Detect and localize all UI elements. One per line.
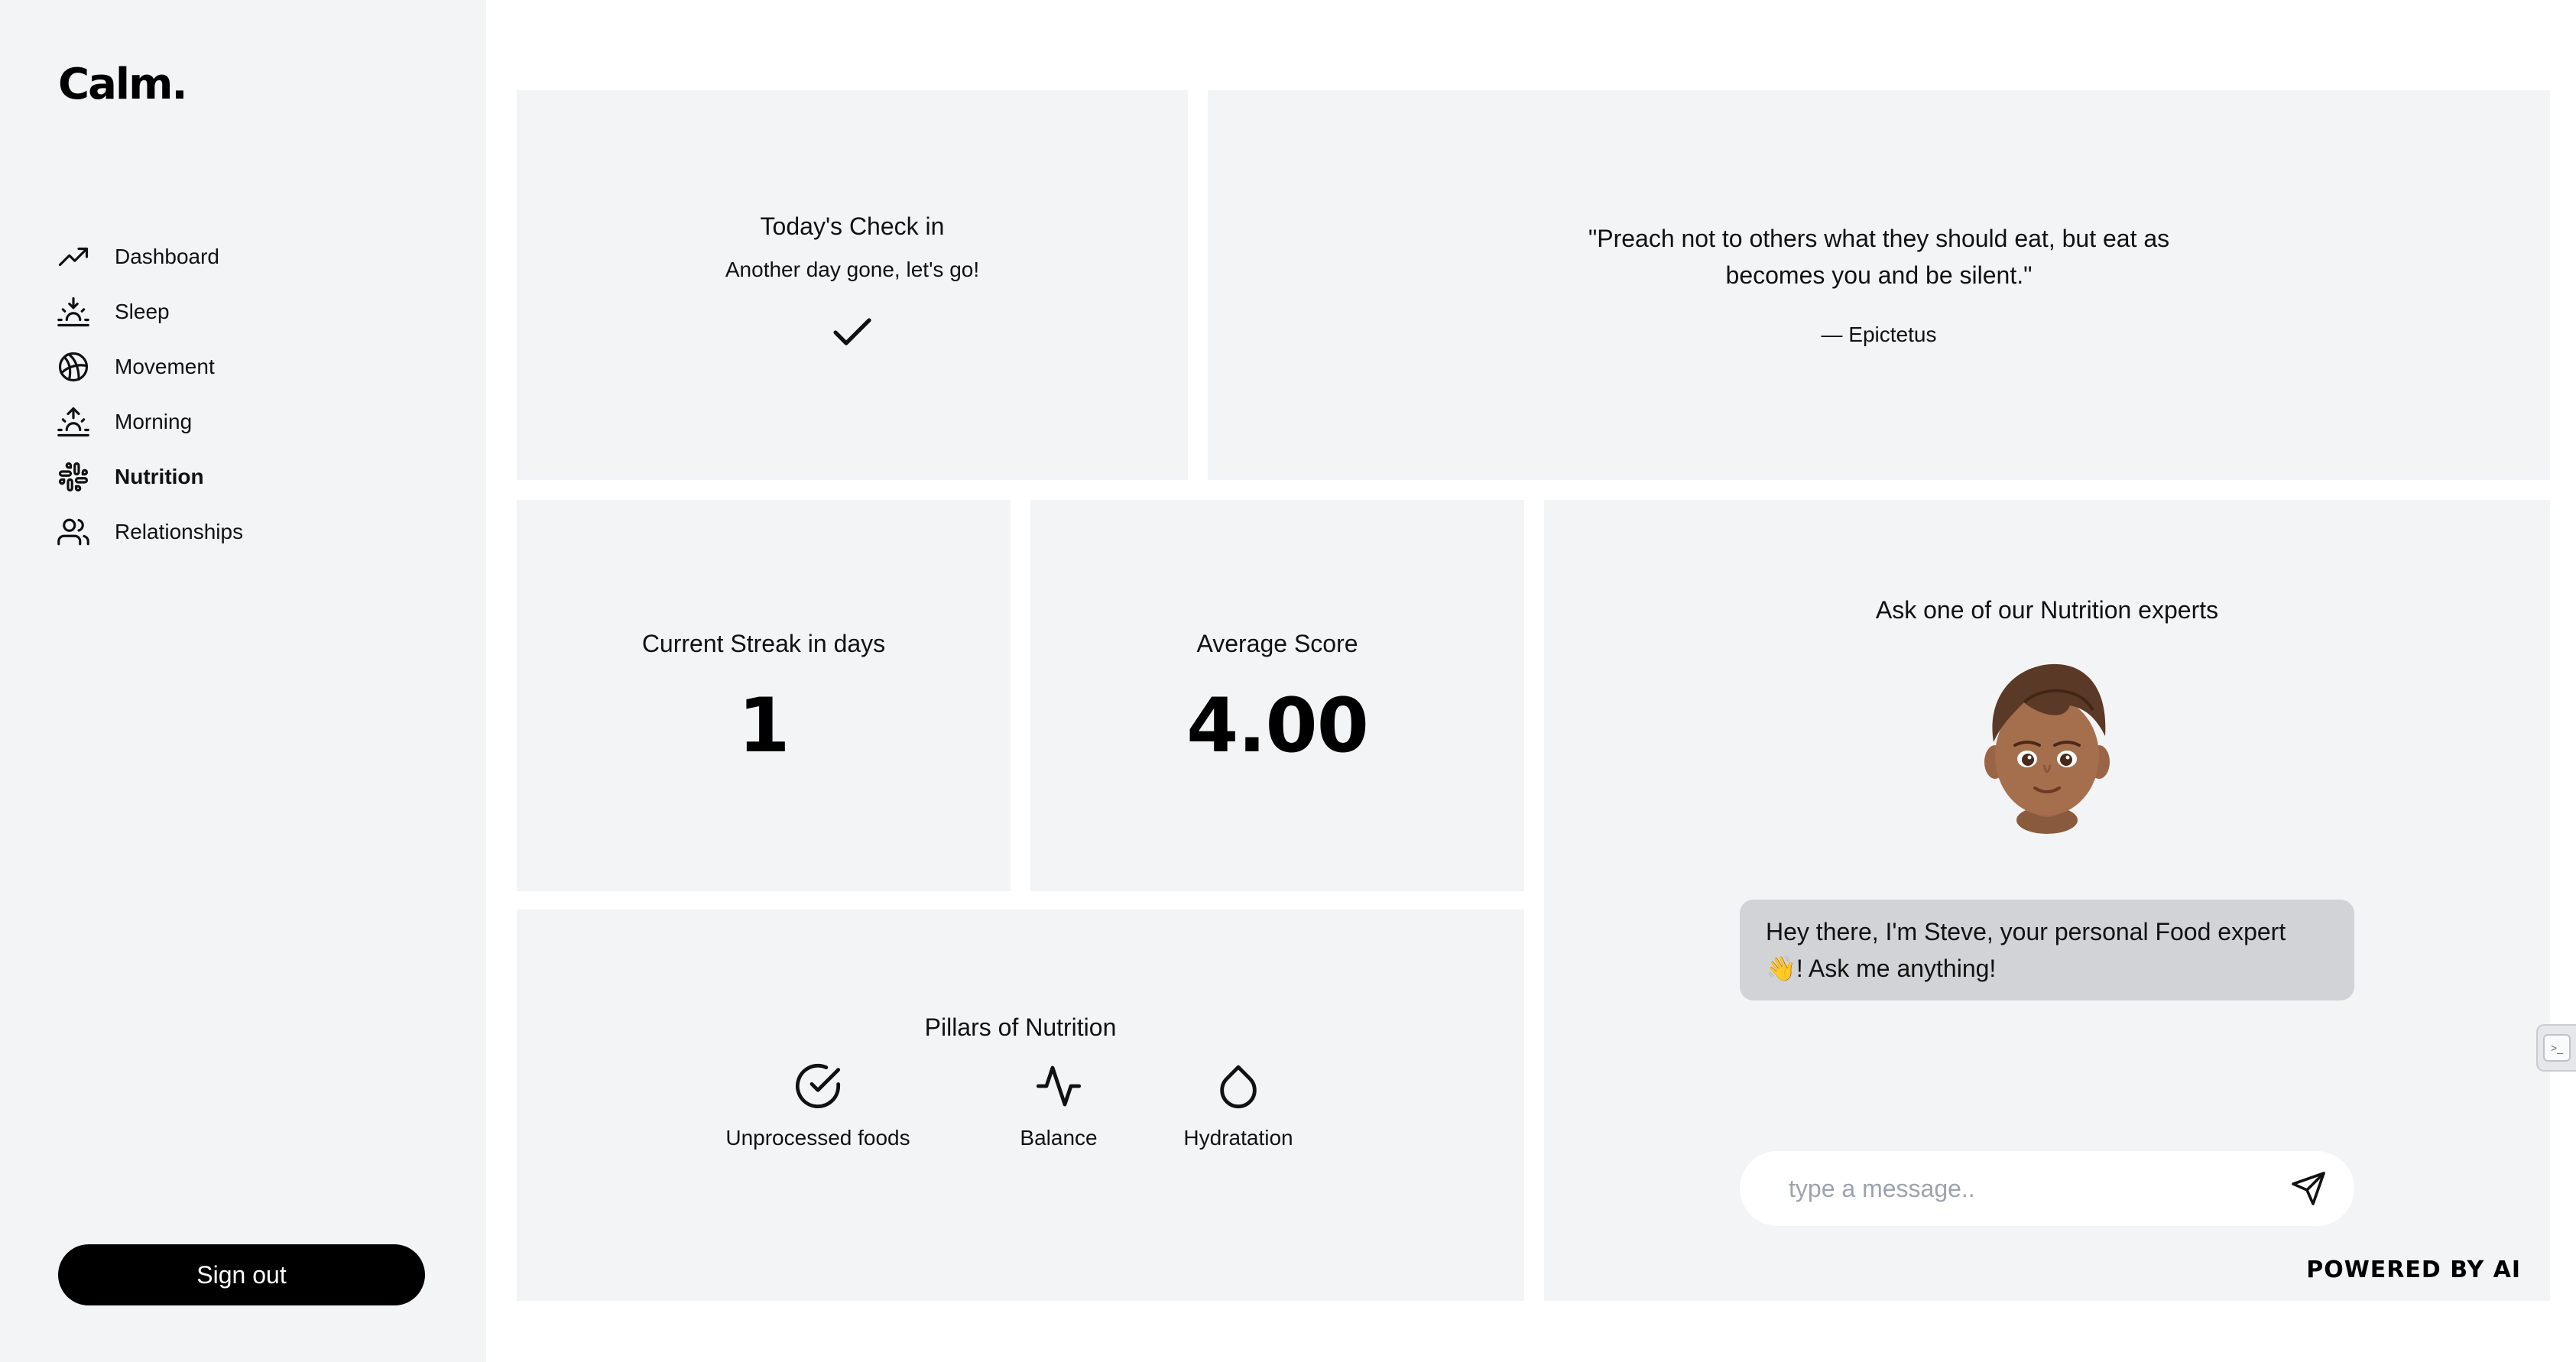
quote-text: "Preach not to others what they should e… [1588,225,2170,289]
quote-author: — Epictetus [1821,323,1937,346]
pillar-label: Balance [1020,1126,1098,1150]
average-score-value: 4.00 [1186,683,1369,770]
sunset-icon [57,295,90,329]
sidebar-item-morning[interactable]: Morning [57,394,243,449]
pillar-label: Unprocessed foods [725,1126,910,1150]
sunrise-icon [57,405,90,439]
expert-avatar [1984,663,2110,834]
average-score-label: Average Score [1196,630,1358,657]
check-circle-icon [795,1063,841,1109]
droplet-icon [1220,1065,1257,1109]
sidebar-item-label: Nutrition [115,465,204,488]
floating-widget-tab[interactable]: >_ [2536,1024,2576,1072]
users-icon [57,515,90,549]
sidebar: Calm. Dashboard Sleep Movement Morning N… [0,0,486,1362]
sidebar-item-label: Sleep [115,300,170,323]
powered-by-label: POWERED BY AI [2306,1257,2521,1283]
app-logo[interactable]: Calm. [58,60,188,109]
check-icon [833,318,871,345]
sidebar-item-movement[interactable]: Movement [57,339,243,394]
expert-title: Ask one of our Nutrition experts [1875,596,2219,624]
streak-label: Current Streak in days [641,630,886,657]
sign-out-button[interactable]: Sign out [58,1244,425,1305]
pillar-item: Hydratation [1154,1062,1322,1150]
chat-message-input[interactable] [1789,1174,2287,1203]
checkin-subtitle: Another day gone, let's go! [725,258,980,281]
sidebar-nav: Dashboard Sleep Movement Morning Nutriti… [57,229,243,559]
trending-up-icon [57,240,90,274]
send-icon[interactable] [2287,1167,2330,1210]
sidebar-item-sleep[interactable]: Sleep [57,284,243,339]
pillar-label: Hydratation [1183,1126,1293,1150]
streak-card: Current Streak in days 1 [517,500,1011,891]
quote-card: "Preach not to others what they should e… [1208,90,2550,480]
pillars-list: Unprocessed foods Balance Hydratation [719,1062,1322,1150]
checkin-title: Today's Check in [760,212,945,240]
streak-value: 1 [738,683,790,770]
pillars-card: Pillars of Nutrition Unprocessed foods B… [517,910,1524,1301]
sidebar-item-dashboard[interactable]: Dashboard [57,229,243,284]
widget-icon: >_ [2543,1034,2571,1062]
pillar-item: Balance [963,1062,1154,1150]
sidebar-item-label: Relationships [115,520,244,543]
slack-icon [57,460,90,494]
sidebar-item-relationships[interactable]: Relationships [57,504,243,559]
sidebar-item-label: Movement [115,355,215,378]
expert-message-bubble: Hey there, I'm Steve, your personal Food… [1740,900,2354,1000]
sidebar-item-label: Morning [115,410,193,433]
pillars-title: Pillars of Nutrition [924,1013,1117,1041]
basketball-icon [57,350,90,384]
sidebar-item-label: Dashboard [115,245,219,268]
sidebar-item-nutrition[interactable]: Nutrition [57,449,243,504]
average-score-card: Average Score 4.00 [1030,500,1524,891]
activity-icon [1036,1065,1082,1107]
chat-input-bar [1740,1151,2354,1226]
pillar-item: Unprocessed foods [719,1062,917,1150]
checkin-card: Today's Check in Another day gone, let's… [517,90,1188,480]
nutrition-expert-chat: Ask one of our Nutrition experts Hey the… [1544,500,2550,1301]
